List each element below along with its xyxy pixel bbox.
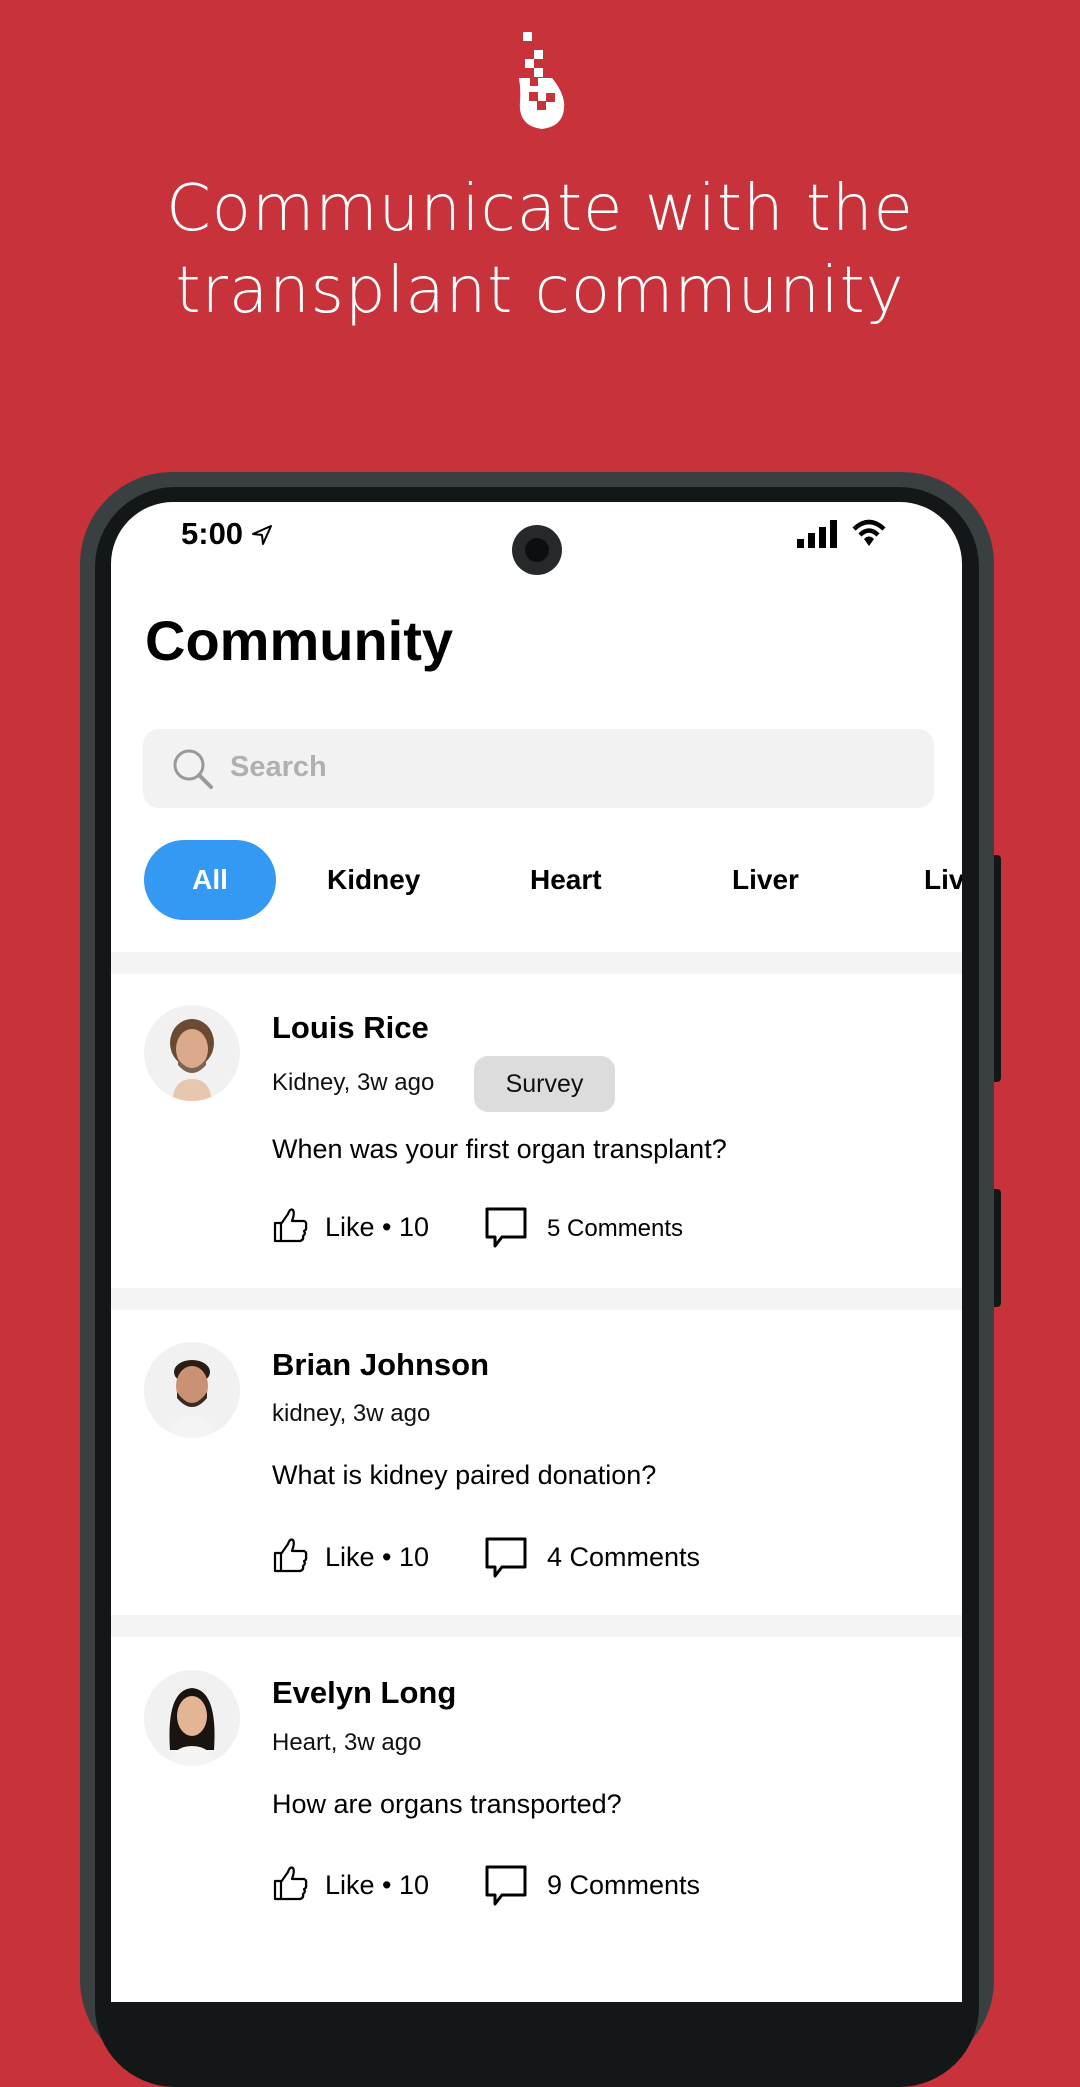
comment-icon[interactable] bbox=[484, 1864, 528, 1908]
like-count[interactable]: Like • 10 bbox=[325, 1212, 429, 1243]
headline: Communicate with the transplant communit… bbox=[0, 168, 1080, 332]
avatar bbox=[144, 1342, 240, 1438]
post-author[interactable]: Brian Johnson bbox=[272, 1347, 489, 1383]
headline-line-1: Communicate with the bbox=[166, 172, 914, 246]
phone-power-button bbox=[994, 855, 1001, 1082]
filter-chip-heart[interactable]: Heart bbox=[530, 840, 602, 920]
post-card[interactable]: Brian Johnson kidney, 3w ago What is kid… bbox=[111, 1310, 962, 1615]
comment-count[interactable]: 9 Comments bbox=[547, 1870, 700, 1901]
like-count[interactable]: Like • 10 bbox=[325, 1870, 429, 1901]
post-meta: Heart, 3w ago bbox=[272, 1729, 422, 1756]
headline-line-2: transplant community bbox=[175, 254, 905, 328]
post-card[interactable]: Evelyn Long Heart, 3w ago How are organs… bbox=[111, 1638, 962, 2002]
filter-chip-liver-2[interactable]: Liv bbox=[924, 840, 962, 920]
post-tag-survey: Survey bbox=[474, 1056, 615, 1112]
search-placeholder: Search bbox=[230, 751, 327, 783]
post-meta: Kidney, 3w ago bbox=[272, 1069, 435, 1096]
like-count[interactable]: Like • 10 bbox=[325, 1542, 429, 1573]
divider bbox=[111, 952, 962, 974]
wifi-icon bbox=[852, 519, 886, 546]
search-input[interactable]: Search bbox=[143, 729, 934, 808]
thumbs-up-icon[interactable] bbox=[272, 1536, 310, 1574]
filter-chip-all[interactable]: All bbox=[144, 840, 276, 920]
avatar bbox=[144, 1005, 240, 1101]
comment-icon[interactable] bbox=[484, 1536, 528, 1580]
pixel-drop-logo bbox=[519, 32, 565, 129]
signal-icon bbox=[797, 520, 837, 548]
post-card[interactable]: Louis Rice Kidney, 3w ago Survey When wa… bbox=[111, 974, 962, 1288]
post-author[interactable]: Louis Rice bbox=[272, 1010, 429, 1046]
divider bbox=[111, 1288, 962, 1310]
comment-icon[interactable] bbox=[484, 1206, 528, 1250]
status-time: 5:00 bbox=[181, 516, 244, 551]
comment-count[interactable]: 5 Comments bbox=[547, 1215, 683, 1243]
thumbs-up-icon[interactable] bbox=[272, 1206, 310, 1244]
filter-chip-liver[interactable]: Liver bbox=[732, 840, 799, 920]
page-title: Community bbox=[145, 609, 453, 672]
divider bbox=[111, 1615, 962, 1637]
phone-screen: 5:00 Community Search All Kidney Heart L… bbox=[111, 502, 962, 2002]
post-meta: kidney, 3w ago bbox=[272, 1400, 431, 1427]
post-question[interactable]: When was your first organ transplant? bbox=[272, 1134, 727, 1165]
comment-count[interactable]: 4 Comments bbox=[547, 1542, 700, 1573]
avatar bbox=[144, 1670, 240, 1766]
post-question[interactable]: How are organs transported? bbox=[272, 1789, 622, 1820]
search-icon bbox=[173, 749, 213, 789]
post-author[interactable]: Evelyn Long bbox=[272, 1675, 456, 1711]
front-camera bbox=[512, 525, 562, 575]
location-arrow-icon bbox=[252, 525, 272, 545]
filter-chip-kidney[interactable]: Kidney bbox=[327, 840, 420, 920]
phone-volume-button bbox=[994, 1189, 1001, 1307]
thumbs-up-icon[interactable] bbox=[272, 1864, 310, 1902]
post-question[interactable]: What is kidney paired donation? bbox=[272, 1460, 656, 1491]
